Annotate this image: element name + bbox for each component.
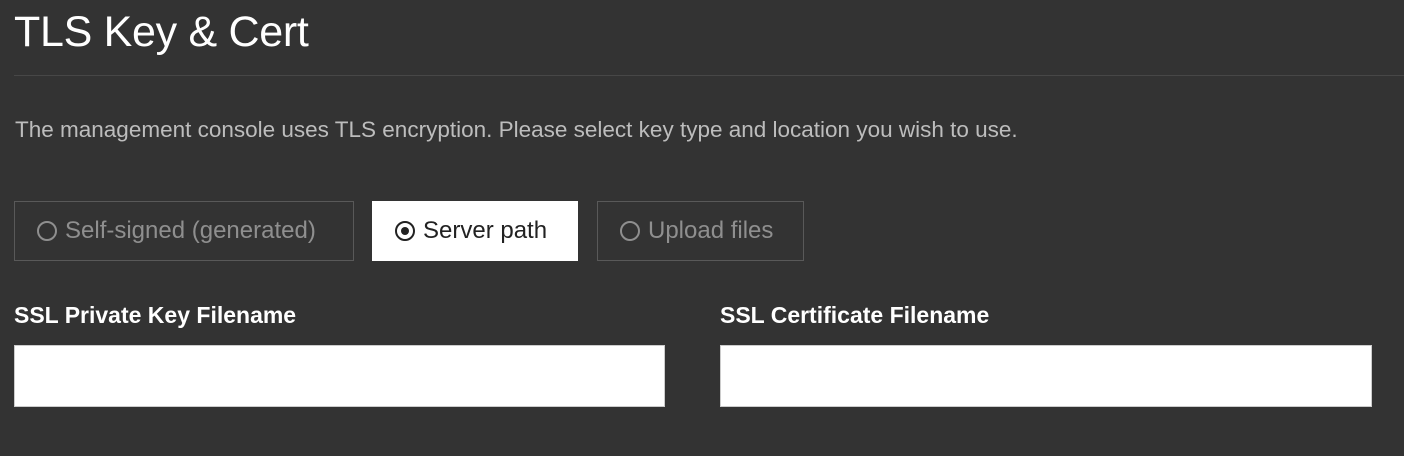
certificate-label: SSL Certificate Filename	[720, 302, 990, 328]
option-server-path[interactable]: Server path	[372, 201, 578, 261]
option-upload-files[interactable]: Upload files	[597, 201, 804, 261]
private-key-label: SSL Private Key Filename	[14, 302, 297, 328]
description-text: The management console uses TLS encrypti…	[15, 117, 1018, 142]
option-label: Server path	[423, 217, 548, 244]
certificate-filename-input[interactable]	[720, 345, 1372, 407]
page-title: TLS Key & Cert	[14, 8, 309, 56]
option-label: Upload files	[648, 217, 774, 244]
radio-unchecked-icon	[37, 221, 57, 241]
option-label: Self-signed (generated)	[65, 217, 316, 244]
private-key-filename-input[interactable]	[14, 345, 665, 407]
tls-settings-page: TLS Key & Cert The management console us…	[0, 0, 1404, 456]
radio-unchecked-icon	[620, 221, 640, 241]
option-self-signed[interactable]: Self-signed (generated)	[14, 201, 354, 261]
radio-checked-icon	[395, 221, 415, 241]
title-divider	[14, 75, 1404, 76]
